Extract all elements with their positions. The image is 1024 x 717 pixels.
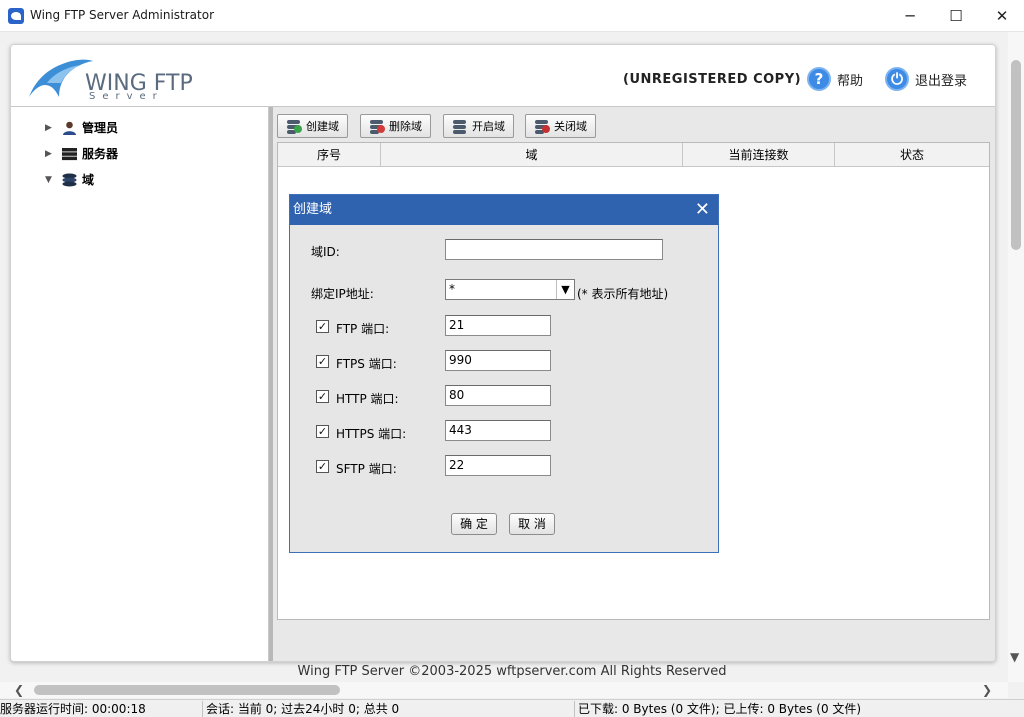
scroll-down-arrow-icon[interactable]: ▼: [1010, 650, 1019, 664]
tree-item-label: 管理员: [82, 121, 119, 135]
bind-ip-hint: (* 表示所有地址): [577, 287, 669, 301]
https-port-input[interactable]: 443: [445, 420, 551, 441]
tree-item-label: 域: [82, 173, 95, 187]
unregistered-notice: (UNREGISTERED COPY): [623, 72, 802, 87]
column-header-domain[interactable]: 域: [381, 143, 683, 167]
app-icon: [8, 8, 24, 24]
ftp-port-label: FTP 端口:: [336, 322, 390, 336]
delete-domain-label: 删除域: [389, 120, 422, 133]
scroll-right-arrow-icon[interactable]: ❯: [982, 683, 992, 697]
copyright-footer: Wing FTP Server ©2003-2025 wftpserver.co…: [297, 664, 727, 679]
delete-domain-icon: [369, 119, 385, 134]
tree-item-label: 服务器: [82, 147, 119, 161]
window-title: Wing FTP Server Administrator: [30, 8, 215, 22]
stop-domain-icon: [534, 119, 550, 134]
http-port-label: HTTP 端口:: [336, 392, 399, 406]
server-icon: [62, 147, 77, 160]
power-icon: ⏻: [885, 67, 909, 91]
ftp-port-checkbox[interactable]: ✓: [316, 320, 329, 333]
logo-subtext: Server: [89, 91, 164, 102]
start-domain-label: 开启域: [472, 120, 505, 133]
window-titlebar: Wing FTP Server Administrator ─ ☐ ✕: [0, 0, 1024, 32]
bind-ip-select[interactable]: * ▼: [445, 279, 575, 300]
https-port-label: HTTPS 端口:: [336, 427, 407, 441]
column-header-index[interactable]: 序号: [278, 143, 381, 167]
status-bar: 服务器运行时间: 00:00:18 会话: 当前 0; 过去24小时 0; 总共…: [0, 699, 1024, 717]
https-port-checkbox[interactable]: ✓: [316, 425, 329, 438]
expand-arrow-icon[interactable]: ▶: [45, 123, 57, 133]
scroll-left-arrow-icon[interactable]: ❮: [14, 683, 24, 697]
help-label: 帮助: [837, 73, 864, 89]
cancel-button[interactable]: 取 消: [509, 513, 555, 535]
collapse-arrow-icon[interactable]: ▼: [45, 175, 57, 185]
tree-item-servers[interactable]: ▶ 服务器: [45, 145, 118, 162]
help-button[interactable]: ? 帮助: [807, 67, 863, 91]
chevron-down-icon[interactable]: ▼: [556, 280, 574, 299]
minimize-button[interactable]: ─: [887, 0, 933, 32]
status-uptime: 服务器运行时间: 00:00:18: [0, 702, 146, 716]
sftp-port-label: SFTP 端口:: [336, 462, 397, 476]
ftps-port-checkbox[interactable]: ✓: [316, 355, 329, 368]
app-header: WING FTP Server (UNREGISTERED COPY) ? 帮助…: [11, 45, 995, 107]
bind-ip-label: 绑定IP地址:: [311, 287, 374, 301]
stop-domain-label: 关闭域: [554, 120, 587, 133]
sftp-port-checkbox[interactable]: ✓: [316, 460, 329, 473]
dialog-close-icon[interactable]: ✕: [695, 195, 710, 225]
create-domain-dialog: 创建域 ✕ 域ID: 绑定IP地址: * ▼ (* 表示所有地址) ✓ FTP …: [289, 194, 719, 553]
http-port-checkbox[interactable]: ✓: [316, 390, 329, 403]
domain-stack-icon: [62, 173, 77, 186]
create-domain-label: 创建域: [306, 120, 339, 133]
table-header: 序号 域 当前连接数 状态: [278, 143, 989, 167]
start-domain-icon: [452, 119, 468, 134]
start-domain-button[interactable]: 开启域: [443, 114, 514, 138]
help-icon: ?: [807, 67, 831, 91]
ok-button[interactable]: 确 定: [451, 513, 497, 535]
dialog-title: 创建域: [290, 195, 718, 225]
vertical-scroll-thumb[interactable]: [1011, 60, 1021, 250]
column-header-status[interactable]: 状态: [835, 143, 989, 167]
close-window-button[interactable]: ✕: [979, 0, 1024, 32]
sftp-port-input[interactable]: 22: [445, 455, 551, 476]
bind-ip-value: *: [449, 282, 455, 296]
user-icon: [63, 121, 76, 135]
logout-label: 退出登录: [915, 73, 968, 89]
logout-button[interactable]: ⏻ 退出登录: [885, 67, 967, 91]
ftp-port-input[interactable]: 21: [445, 315, 551, 336]
expand-arrow-icon[interactable]: ▶: [45, 149, 57, 159]
ftps-port-label: FTPS 端口:: [336, 357, 397, 371]
horizontal-scroll-thumb[interactable]: [34, 685, 340, 695]
maximize-button[interactable]: ☐: [933, 0, 979, 32]
stop-domain-button[interactable]: 关闭域: [525, 114, 596, 138]
status-sessions: 会话: 当前 0; 过去24小时 0; 总共 0: [202, 701, 399, 717]
nav-tree: ▶ 管理员 ▶ 服务器 ▼ 域: [11, 107, 269, 661]
tree-item-domains[interactable]: ▼ 域: [45, 171, 94, 188]
column-header-connections[interactable]: 当前连接数: [683, 143, 835, 167]
status-transfer: 已下载: 0 Bytes (0 文件); 已上传: 0 Bytes (0 文件): [574, 701, 861, 717]
http-port-input[interactable]: 80: [445, 385, 551, 406]
tree-item-admins[interactable]: ▶ 管理员: [45, 119, 118, 136]
create-domain-icon: [286, 119, 302, 134]
domain-id-label: 域ID:: [311, 245, 340, 259]
ftps-port-input[interactable]: 990: [445, 350, 551, 371]
domain-id-input[interactable]: [445, 239, 663, 260]
create-domain-button[interactable]: 创建域: [277, 114, 348, 138]
delete-domain-button[interactable]: 删除域: [360, 114, 431, 138]
